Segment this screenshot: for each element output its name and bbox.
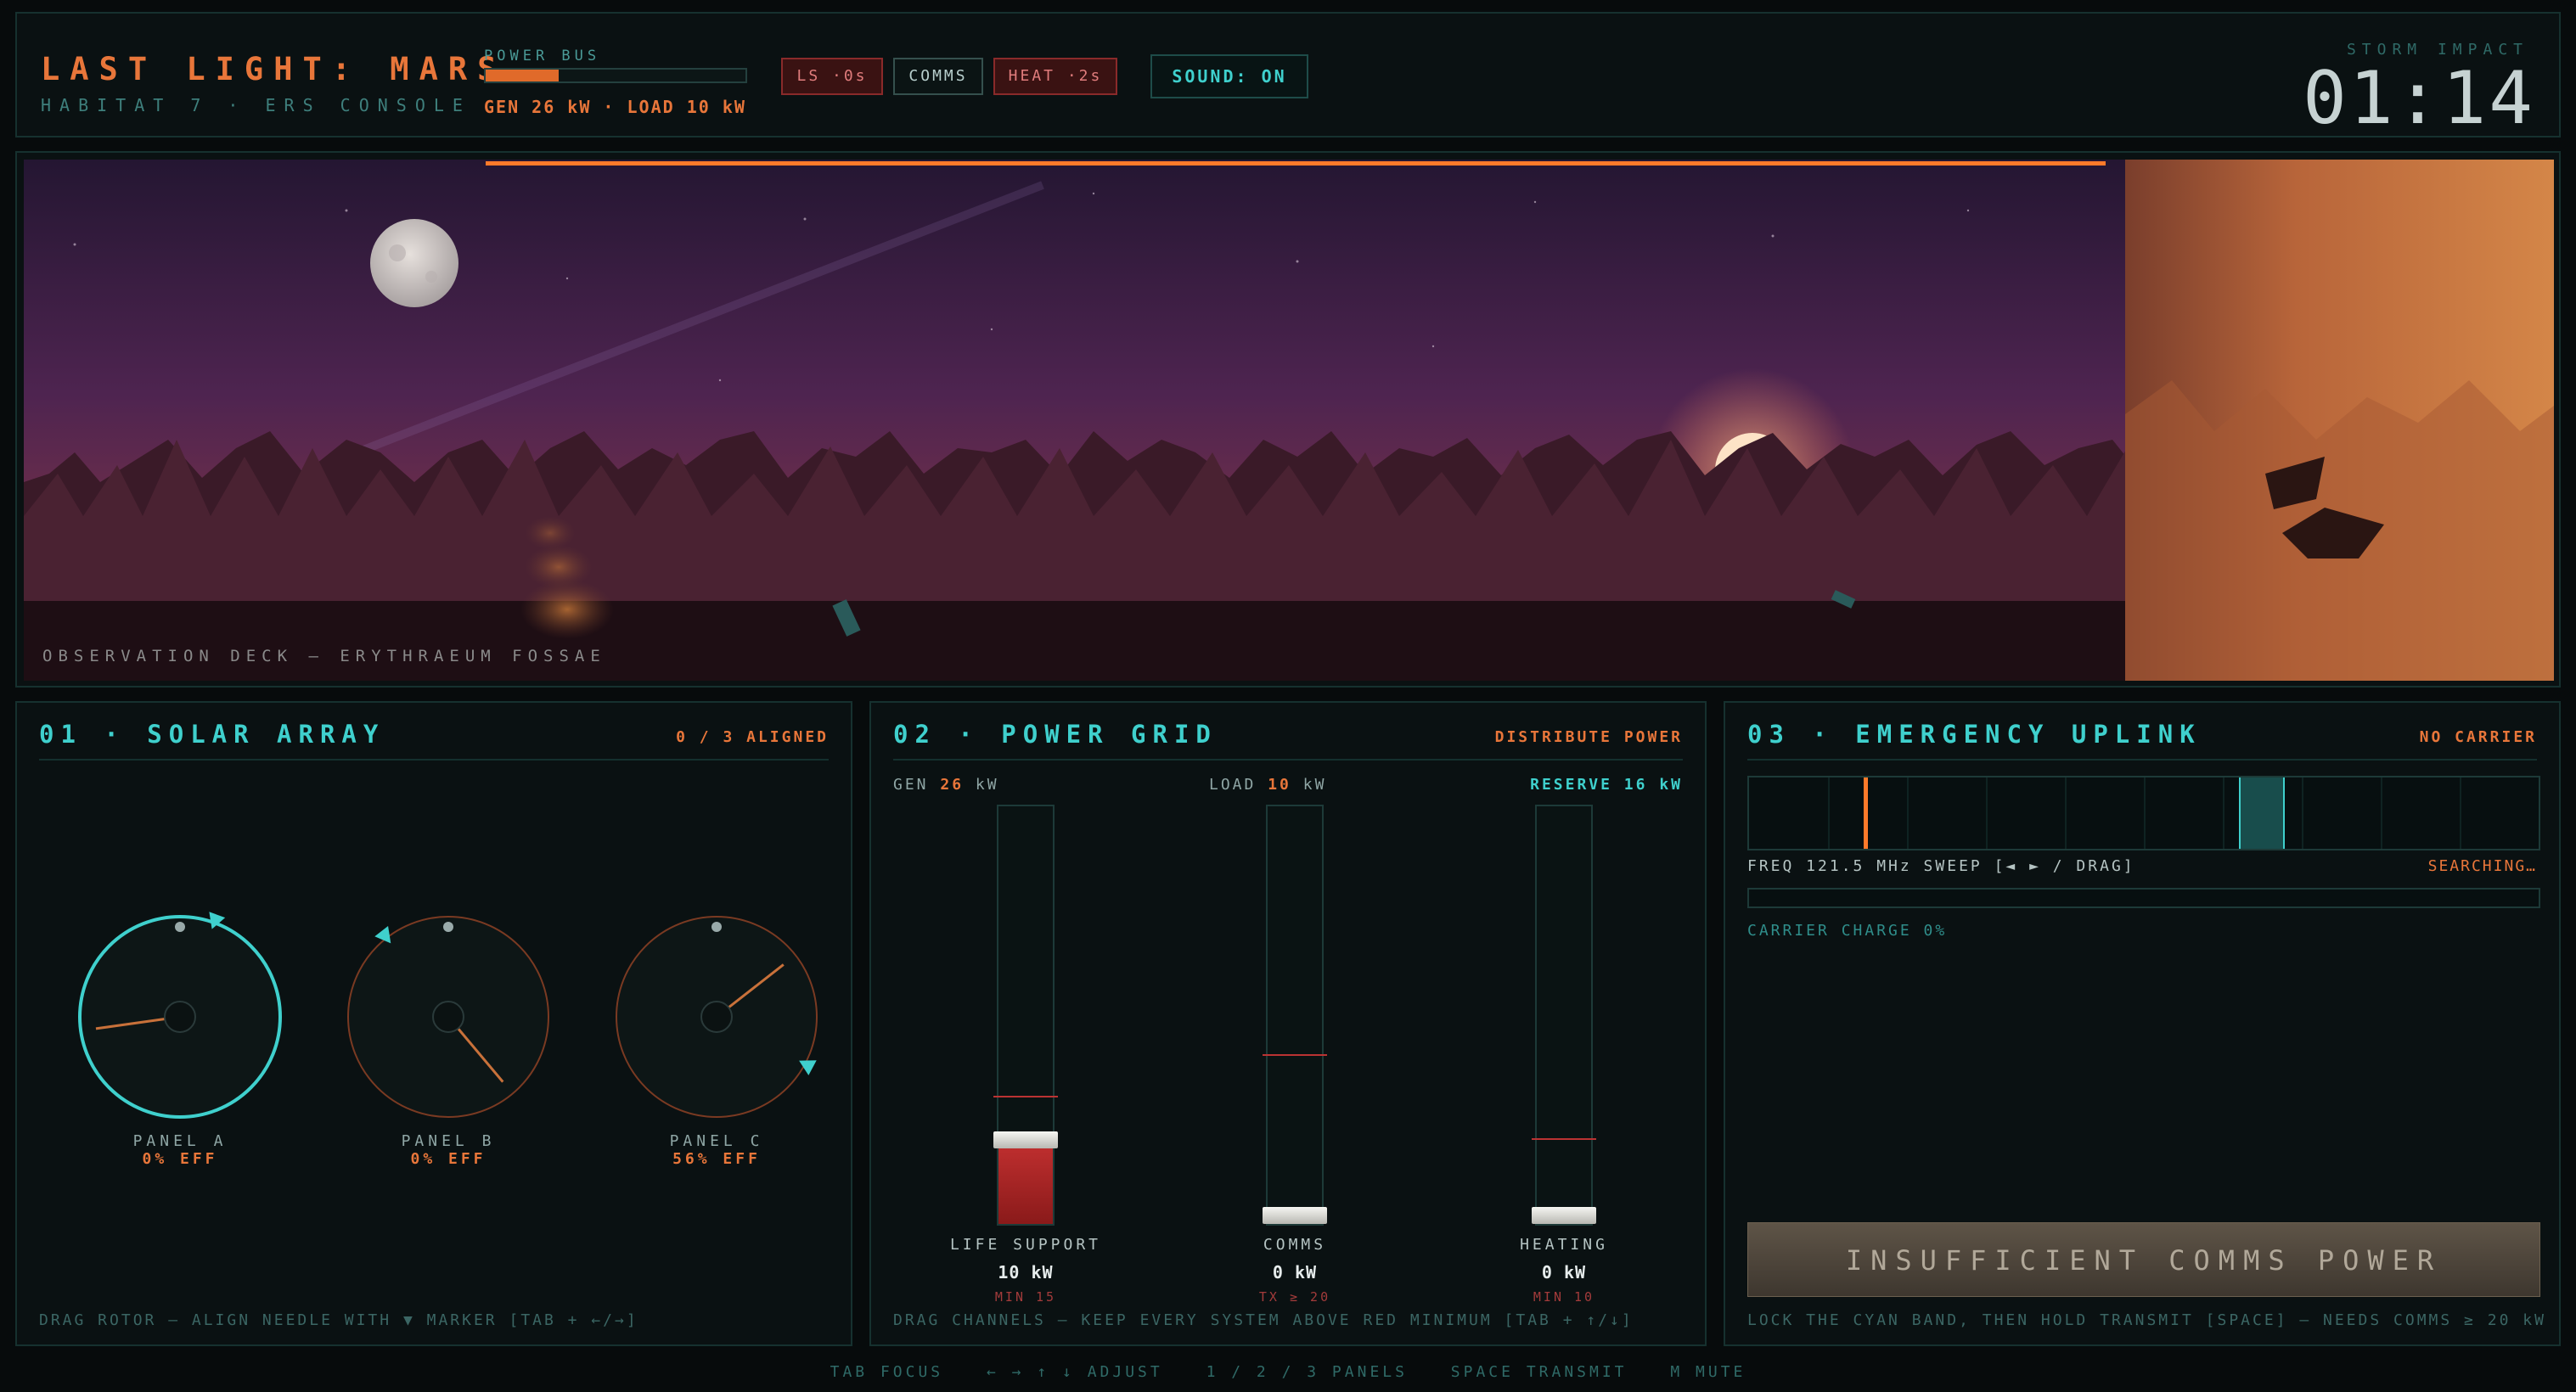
dial-top-dot [443,922,453,932]
indicator-life-support: LS ·0s [781,58,883,95]
solar-title: 01 · SOLAR ARRAY [39,720,385,749]
search-status: SEARCHING… [2427,857,2537,875]
channel-name: LIFE SUPPORT [949,1236,1102,1254]
dial-top-dot [175,922,185,932]
channel-min-label: MIN 15 [994,1289,1057,1305]
spectrum-tick [2144,777,2146,849]
panel-c-dial[interactable]: PANEL C 56% EFF [606,906,827,1168]
transmit-button[interactable]: INSUFFICIENT COMMS POWER [1747,1222,2540,1297]
channel-life-support: LIFE SUPPORT 10 kW MIN 15 [949,805,1102,1305]
reserve-readout: RESERVE 16 kW [1530,776,1683,794]
rotor-dial[interactable] [338,906,559,1127]
spectrum-tick [2223,777,2224,849]
panel-a-label: PANEL A [132,1132,228,1150]
channel-minimum-marker [1532,1137,1596,1140]
channel-min-label: TX ≥ 20 [1258,1289,1331,1305]
help-tab-focus: TAB FOCUS [830,1363,944,1381]
storm-front-line [486,161,2106,166]
indicator-comms: COMMS [893,58,983,95]
channel-name: HEATING [1520,1236,1608,1254]
channel-handle[interactable] [993,1131,1058,1148]
solar-status: 0 / 3 ALIGNED [676,728,829,746]
channel-minimum-marker [993,1096,1058,1098]
help-transmit: SPACE TRANSMIT [1450,1363,1628,1381]
emergency-uplink-panel: 03 · EMERGENCY UPLINK NO CARRIER FREQ 12… [1724,701,2561,1346]
gen-readout: GEN 26 kW [893,776,999,794]
grid-title: 02 · POWER GRID [893,720,1218,749]
uplink-title: 03 · EMERGENCY UPLINK [1747,720,2202,749]
panel-b-efficiency: 0% EFF [410,1150,487,1168]
power-bus-label: POWER BUS [484,48,601,65]
panel-a-efficiency: 0% EFF [142,1150,218,1168]
panel-a-dial[interactable]: PANEL A 0% EFF [70,906,290,1168]
spectrum-tick [1828,777,1830,849]
spectrum-tick [2065,777,2067,849]
channel-name: COMMS [1263,1236,1327,1254]
dial-top-dot [711,922,722,932]
panel-b-label: PANEL B [401,1132,496,1150]
spectrum-tick [2381,777,2382,849]
channel-value: 10 kW [998,1262,1054,1283]
channel-handle[interactable] [1532,1207,1596,1224]
power-grid-panel: 02 · POWER GRID DISTRIBUTE POWER GEN 26 … [869,701,1707,1346]
spectrum-tick [1907,777,1909,849]
solar-array-panel: 01 · SOLAR ARRAY 0 / 3 ALIGNED PANEL A 0… [15,701,852,1346]
help-panels: 1 / 2 / 3 PANELS [1206,1363,1408,1381]
dial-hub [700,1001,733,1033]
spectrum-tick [2460,777,2461,849]
spectrum-tick [1986,777,1988,849]
uplink-status: NO CARRIER [2419,728,2537,746]
carrier-charge-label: CARRIER CHARGE 0% [1747,922,1948,940]
panel-c-efficiency: 56% EFF [672,1150,761,1168]
rotor-dial[interactable] [606,906,827,1127]
power-bus-fill [486,70,559,81]
life-support-slider[interactable] [993,805,1058,1226]
frequency-readout: FREQ 121.5 MHz SWEEP [◄ ► / DRAG] [1747,857,2135,875]
channel-fill [998,1139,1053,1224]
comms-slider[interactable] [1263,805,1327,1226]
keyboard-help: TAB FOCUS ← → ↑ ↓ ADJUST 1 / 2 / 3 PANEL… [0,1363,2576,1381]
ground [24,601,2146,681]
game-subtitle: HABITAT 7 · ERS CONSOLE [41,95,471,115]
scene-caption: OBSERVATION DECK — ERYTHRAEUM FOSSAE [42,647,606,665]
power-bus-readout: GEN 26 kW · LOAD 10 kW [484,97,746,117]
channel-handle[interactable] [1263,1207,1327,1224]
header-bar: LAST LIGHT: MARS HABITAT 7 · ERS CONSOLE… [15,12,2561,141]
storm-countdown: 01:14 [2303,56,2535,141]
mars-landscape-scene [24,160,2554,681]
tuning-needle[interactable] [1863,777,1868,849]
grid-hint: DRAG CHANNELS — KEEP EVERY SYSTEM ABOVE … [893,1311,1634,1329]
uplink-hint: LOCK THE CYAN BAND, THEN HOLD TRANSMIT [… [1747,1311,2546,1329]
load-readout: LOAD 10 kW [1209,776,1327,794]
channel-minimum-marker [1263,1053,1327,1056]
solar-hint: DRAG ROTOR — ALIGN NEEDLE WITH ▼ MARKER … [39,1311,638,1329]
frequency-spectrum[interactable] [1747,776,2540,850]
channel-comms: COMMS 0 kW TX ≥ 20 [1218,805,1371,1305]
channel-value: 0 kW [1541,1262,1587,1283]
heating-slider[interactable] [1532,805,1596,1226]
panel-b-dial[interactable]: PANEL B 0% EFF [338,906,559,1168]
indicator-heat: HEAT ·2s [993,58,1117,95]
channel-min-label: MIN 10 [1533,1289,1595,1305]
game-title: LAST LIGHT: MARS [41,51,507,87]
rotor-dial[interactable] [70,906,290,1127]
channel-value: 0 kW [1272,1262,1318,1283]
crater-smoke [520,580,614,639]
sound-toggle-button[interactable]: SOUND: ON [1150,54,1308,98]
power-bus-meter [484,68,747,83]
grid-status: DISTRIBUTE POWER [1494,728,1683,746]
signal-band [2238,777,2285,849]
dial-hub [432,1001,464,1033]
panel-c-label: PANEL C [669,1132,764,1150]
spectrum-tick [2302,777,2303,849]
carrier-charge-meter [1747,888,2540,908]
help-arrows-adjust: ← → ↑ ↓ ADJUST [987,1363,1163,1381]
help-mute: M MUTE [1670,1363,1746,1381]
observation-deck-view: OBSERVATION DECK — ERYTHRAEUM FOSSAE [15,151,2561,688]
channel-heating: HEATING 0 kW MIN 10 [1488,805,1640,1305]
dial-hub [164,1001,196,1033]
moon [370,219,458,307]
